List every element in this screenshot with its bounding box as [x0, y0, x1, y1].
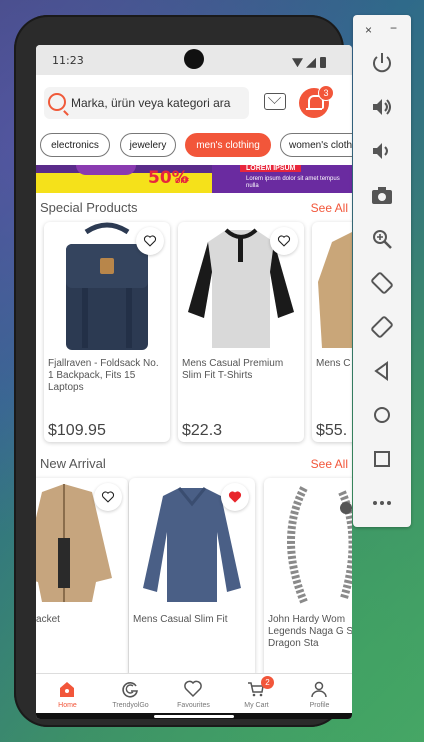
app-header: Marka, ürün veya kategori ara 3	[36, 75, 352, 127]
product-card[interactable]: Mens C $55.	[312, 222, 352, 442]
banner-subtitle: Lorem ipsum dolor sit amet tempus nulla	[246, 176, 340, 189]
bracelet-image	[287, 486, 352, 604]
promo-banner[interactable]: 50% OFF LOREM IPSUM Lorem ipsum dolor si…	[36, 165, 352, 193]
heart-icon	[184, 680, 202, 698]
product-name: Mens C	[316, 358, 351, 369]
nav-home[interactable]: Home	[36, 674, 99, 714]
status-icons	[292, 54, 342, 69]
chip-electronics[interactable]: electronics	[40, 133, 110, 157]
heart-outline-icon	[143, 235, 157, 247]
mail-icon[interactable]	[264, 93, 286, 110]
product-card[interactable]: otton Jacket	[36, 478, 128, 678]
nav-trendyolgo[interactable]: TrendyolGo	[99, 674, 162, 714]
signal-icon	[306, 57, 316, 68]
search-input[interactable]: Marka, ürün veya kategori ara	[44, 87, 249, 119]
nav-label: Profile	[309, 702, 330, 709]
home-icon[interactable]	[370, 403, 394, 427]
product-name: Mens Casual Slim Fit	[133, 614, 228, 625]
overview-icon[interactable]	[370, 447, 394, 471]
profile-icon	[311, 681, 327, 698]
nav-my-cart[interactable]: 2 My Cart	[225, 674, 288, 714]
front-camera	[184, 49, 204, 69]
special-products-see-all[interactable]: See All	[311, 201, 348, 215]
chip-womens-clothing[interactable]: women's clothing	[280, 133, 352, 157]
nav-profile[interactable]: Profile	[288, 674, 351, 714]
nav-label: Favourites	[177, 702, 210, 709]
status-time: 11:23	[52, 54, 84, 67]
favorite-button[interactable]	[221, 483, 249, 511]
jacket-image	[318, 232, 352, 348]
category-chips: electronics jewelery men's clothing wome…	[40, 133, 352, 161]
product-price: $109.95	[48, 422, 106, 439]
emulator-toolbar: × −	[353, 15, 411, 527]
banner-title: LOREM IPSUM	[240, 165, 302, 172]
minimize-icon[interactable]: −	[390, 21, 397, 35]
close-icon[interactable]: ×	[365, 23, 372, 37]
volume-down-icon[interactable]	[370, 139, 394, 163]
nav-favourites[interactable]: Favourites	[162, 674, 225, 714]
notification-badge: 3	[318, 85, 334, 101]
banner-off: OFF	[175, 178, 189, 185]
new-arrival-title: New Arrival	[40, 456, 106, 471]
bottom-nav: Home TrendyolGo Favourites 2 My Cart Pro…	[36, 673, 352, 714]
volume-up-icon[interactable]	[370, 95, 394, 119]
phone-frame: 11:23 Marka, ürün veya kategori ara 3 el…	[14, 15, 352, 727]
product-name: Mens Casual Premium Slim Fit T-Shirts	[182, 358, 284, 381]
product-name: John Hardy Wom Legends Naga G Silver Dra…	[268, 614, 352, 649]
heart-outline-icon	[277, 235, 291, 247]
more-icon[interactable]	[370, 491, 394, 515]
favorite-button[interactable]	[94, 483, 122, 511]
new-arrival-see-all[interactable]: See All	[311, 457, 348, 471]
zoom-icon[interactable]	[370, 227, 394, 251]
nav-label: Home	[58, 702, 77, 709]
nav-label: My Cart	[244, 702, 269, 709]
battery-icon	[320, 57, 326, 69]
favorite-button[interactable]	[270, 227, 298, 255]
banner-shape	[76, 165, 136, 175]
product-card[interactable]: Fjallraven - Foldsack No. 1 Backpack, Fi…	[44, 222, 170, 442]
product-price: $22.3	[182, 422, 223, 439]
rotate-left-icon[interactable]	[370, 271, 394, 295]
cart-badge: 2	[261, 676, 274, 689]
favorite-button[interactable]	[136, 227, 164, 255]
power-icon[interactable]	[370, 51, 394, 75]
camera-icon[interactable]	[370, 183, 394, 207]
product-price: $55.	[316, 422, 348, 439]
rotate-right-icon[interactable]	[370, 315, 394, 339]
status-bar: 11:23	[36, 45, 352, 75]
trendyolgo-icon	[122, 682, 138, 698]
special-products-title: Special Products	[40, 200, 138, 215]
app-screen: 11:23 Marka, ürün veya kategori ara 3 el…	[36, 45, 352, 719]
product-card[interactable]: Mens Casual Slim Fit	[129, 478, 255, 678]
search-placeholder: Marka, ürün veya kategori ara	[71, 96, 231, 110]
gesture-bar[interactable]	[36, 713, 352, 719]
chip-jewelery[interactable]: jewelery	[120, 133, 176, 157]
product-card[interactable]: John Hardy Wom Legends Naga G Silver Dra…	[264, 478, 352, 678]
heart-outline-icon	[101, 491, 115, 503]
product-name: Fjallraven - Foldsack No. 1 Backpack, Fi…	[48, 358, 159, 393]
nav-label: TrendyolGo	[112, 702, 149, 709]
product-name: otton Jacket	[36, 614, 60, 625]
product-card[interactable]: Mens Casual Premium Slim Fit T-Shirts $2…	[178, 222, 304, 442]
home-icon	[60, 682, 74, 697]
back-icon[interactable]	[370, 359, 394, 383]
search-icon	[48, 93, 66, 111]
heart-filled-icon	[228, 491, 242, 503]
wifi-icon	[292, 58, 303, 68]
chip-mens-clothing[interactable]: men's clothing	[185, 133, 271, 157]
